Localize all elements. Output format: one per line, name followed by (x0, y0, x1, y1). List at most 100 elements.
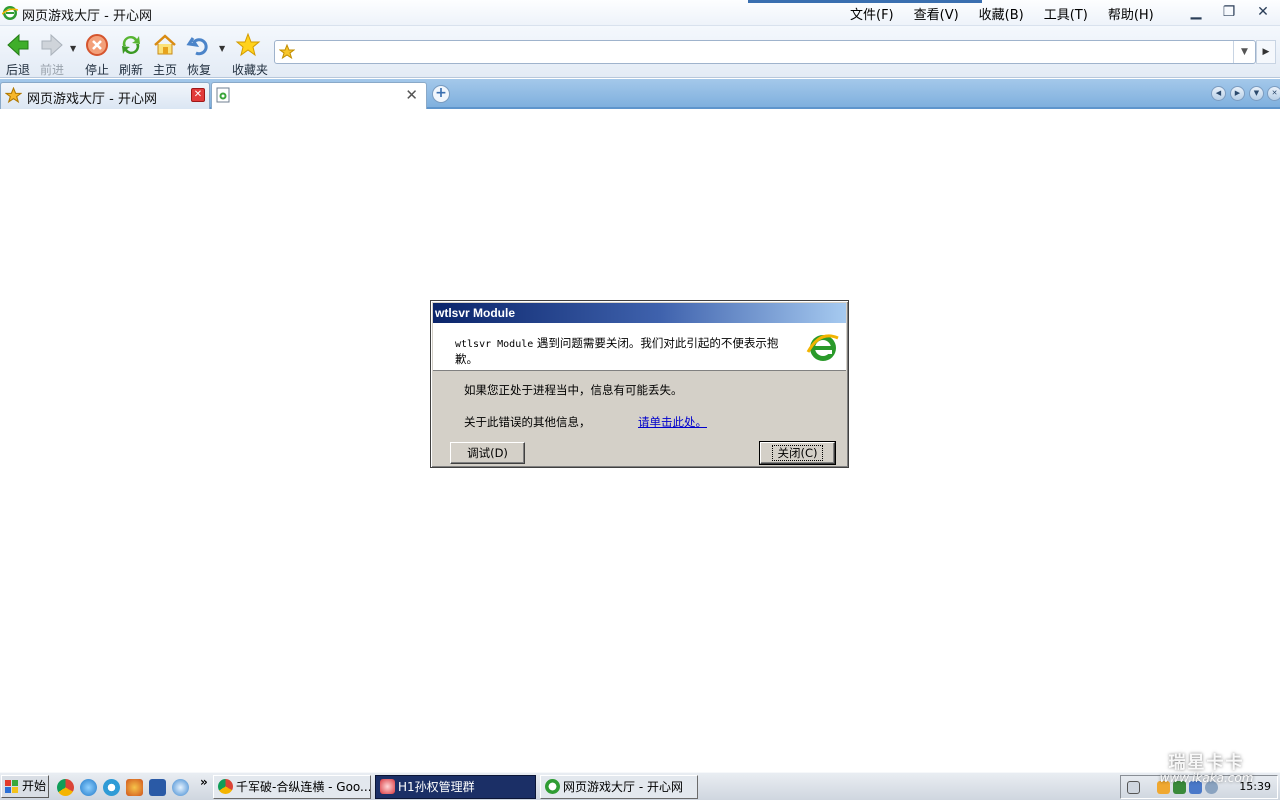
star-icon (235, 32, 261, 57)
restore-button[interactable]: 恢复 (183, 32, 215, 78)
error-dialog: wtlsvr Module wtlsvr Module 遇到问题需要关闭。我们对… (430, 300, 849, 468)
close-all-tabs-button[interactable]: ✕ (1267, 86, 1280, 101)
refresh-button[interactable]: 刷新 (115, 32, 147, 78)
chevron-left-icon: ◀ (1215, 89, 1222, 97)
restore-window-button[interactable]: ❐ (1214, 2, 1244, 22)
favorites-button[interactable]: 收藏夹 (232, 32, 269, 78)
back-arrow-icon (7, 33, 29, 57)
tab-blank[interactable]: ✕ (211, 82, 427, 109)
browser-quicklaunch-icon[interactable] (80, 779, 97, 796)
window-title: 网页游戏大厅 - 开心网 (22, 9, 152, 24)
minimize-icon: ▁ (1190, 4, 1202, 20)
tab-scroll-right-button[interactable]: ▶ (1230, 86, 1245, 101)
taskbar-item-label: H1孙权管理群 (398, 780, 475, 794)
ie-quicklaunch-icon[interactable] (103, 779, 120, 796)
title-bar: 网页游戏大厅 - 开心网 文件(F) 查看(V) 收藏(B) 工具(T) 帮助(… (0, 0, 1280, 26)
tab-list-button[interactable]: ▼ (1249, 86, 1264, 101)
ie-logo-icon (806, 334, 839, 361)
tab-close-button[interactable]: ✕ (191, 88, 205, 102)
quicklaunch-more-button[interactable]: » (200, 775, 208, 789)
dialog-data-loss-note: 如果您正处于进程当中，信息有可能丢失。 (464, 383, 683, 397)
taskbar-item-label: 千军破-合纵连横 - Goo... (236, 780, 371, 794)
dialog-more-info-link[interactable]: 请单击此处。 (638, 414, 707, 430)
menu-tools[interactable]: 工具(T) (1044, 4, 1088, 23)
stop-button[interactable]: 停止 (81, 32, 113, 78)
new-tab-button[interactable]: + (432, 85, 450, 103)
start-button[interactable]: 开始 (1, 775, 49, 798)
close-icon: ✕ (405, 86, 418, 104)
menu-help[interactable]: 帮助(H) (1108, 4, 1154, 23)
page-icon (216, 87, 230, 103)
watermark: 瑞星卡卡 www.ikaka.com (1143, 748, 1270, 792)
ie-icon (2, 6, 18, 20)
menu-file[interactable]: 文件(F) (850, 4, 894, 23)
tab-label: 网页游戏大厅 - 开心网 (27, 92, 157, 107)
tab-close-button[interactable]: ✕ (405, 86, 418, 104)
star-icon (5, 87, 22, 104)
plus-icon: + (435, 85, 447, 101)
address-input[interactable] (301, 43, 1231, 61)
close-button[interactable]: 关闭(C) (759, 441, 836, 465)
back-history-dropdown[interactable]: ▼ (70, 44, 76, 53)
debug-button[interactable]: 调试(D) (450, 442, 525, 464)
forward-arrow-icon (41, 33, 63, 57)
dialog-title: wtlsvr Module (433, 303, 846, 323)
dialog-app-name: wtlsvr Module (455, 339, 534, 350)
refresh-label: 刷新 (118, 63, 143, 77)
start-label: 开始 (22, 779, 47, 793)
minimize-button[interactable]: ▁ (1181, 2, 1211, 22)
title-accent-line (748, 0, 982, 3)
refresh-icon (122, 35, 140, 55)
watermark-url: www.ikaka.com (1159, 771, 1254, 785)
home-icon (154, 34, 176, 55)
windows-logo-icon (5, 780, 18, 793)
menu-view[interactable]: 查看(V) (914, 4, 959, 23)
close-icon: ✕ (193, 89, 203, 100)
close-icon: ✕ (1257, 4, 1269, 20)
address-dropdown-button[interactable]: ▼ (1233, 41, 1255, 63)
dialog-header: wtlsvr Module 遇到问题需要关闭。我们对此引起的不便表示抱歉。 (433, 323, 846, 371)
favorites-label: 收藏夹 (232, 63, 269, 77)
taskbar-item-chrome[interactable]: 千军破-合纵连横 - Goo... (213, 775, 371, 799)
close-window-button[interactable]: ✕ (1248, 2, 1278, 22)
toolbar: 后退 ▼ 前进 停止 刷新 主页 恢复 ▼ 收藏夹 ▼ ▶ (0, 26, 1280, 78)
taskbar-item-ie[interactable]: 网页游戏大厅 - 开心网 (540, 775, 698, 799)
stop-icon (86, 34, 108, 56)
taskbar-item-qq-group[interactable]: H1孙权管理群 (375, 775, 536, 799)
home-label: 主页 (152, 63, 177, 77)
chrome-quicklaunch-icon[interactable] (57, 779, 74, 796)
go-button[interactable]: ▶ (1256, 40, 1276, 64)
restore-window-icon: ❐ (1222, 4, 1236, 20)
chrome-icon (218, 779, 233, 794)
forward-label: 前进 (39, 63, 64, 77)
undo-arrow-icon (186, 37, 208, 56)
chevron-down-icon: ▼ (1253, 89, 1260, 97)
keyboard-icon[interactable] (1127, 781, 1140, 794)
restore-label: 恢复 (186, 63, 211, 77)
taskbar: 开始 » 千军破-合纵连横 - Goo... H1孙权管理群 网页游戏大厅 - … (0, 772, 1280, 800)
tab-kaixin[interactable]: 网页游戏大厅 - 开心网 ✕ (0, 82, 210, 109)
tab-bar: 网页游戏大厅 - 开心网 ✕ ✕ + ◀ ▶ ▼ ✕ (0, 79, 1280, 109)
chevron-down-icon: ▼ (1241, 47, 1248, 57)
tab-scroll-left-button[interactable]: ◀ (1211, 86, 1226, 101)
game-quicklaunch-icon[interactable] (126, 779, 143, 796)
close-button-label: 关闭(C) (772, 445, 823, 461)
taskbar-item-label: 网页游戏大厅 - 开心网 (563, 780, 683, 794)
stop-label: 停止 (84, 63, 109, 77)
dialog-more-info-label: 关于此错误的其他信息， (464, 415, 591, 429)
address-bar[interactable]: ▼ (274, 40, 1256, 64)
forward-button[interactable]: 前进 (36, 32, 68, 78)
menu-favorites[interactable]: 收藏(B) (979, 4, 1024, 23)
restore-dropdown[interactable]: ▼ (219, 44, 225, 53)
back-button[interactable]: 后退 (2, 32, 34, 78)
chevron-right-icon: ▶ (1234, 89, 1241, 97)
home-button[interactable]: 主页 (149, 32, 181, 78)
desktop-quicklaunch-icon[interactable] (149, 779, 166, 796)
qq-group-icon (380, 779, 395, 794)
watermark-title: 瑞星卡卡 (1168, 753, 1245, 773)
close-icon: ✕ (1271, 89, 1278, 97)
dialog-message: wtlsvr Module 遇到问题需要关闭。我们对此引起的不便表示抱歉。 (455, 336, 795, 367)
menu-bar: 文件(F) 查看(V) 收藏(B) 工具(T) 帮助(H) (850, 4, 1154, 23)
favorite-star-icon (279, 44, 295, 60)
media-quicklaunch-icon[interactable] (172, 779, 189, 796)
